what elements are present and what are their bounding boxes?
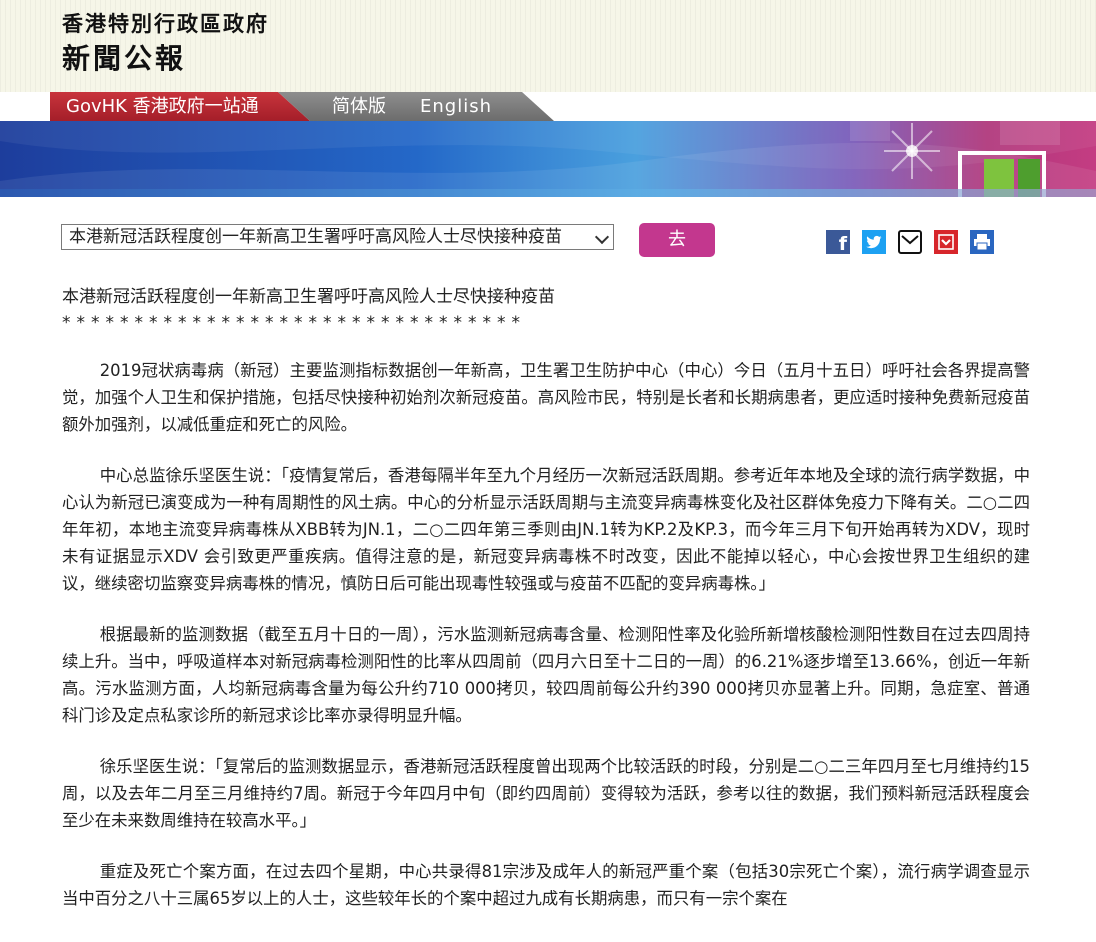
language-tabs: 简体版 English	[278, 92, 554, 121]
article-paragraph: 重症及死亡个案方面，在过去四个星期，中心共录得81宗涉及成年人的新冠严重个案（包…	[62, 862, 1030, 908]
simplified-chinese-link[interactable]: 简体版	[332, 92, 386, 121]
print-icon[interactable]	[970, 230, 994, 254]
article-headline: 本港新冠活跃程度创一年新高卫生署呼吁高风险人士尽快接种疫苗	[62, 287, 555, 307]
article-paragraph: 中心总监徐乐坚医生说：「疫情复常后，香港每隔半年至九个月经历一次新冠活跃周期。参…	[62, 466, 1030, 593]
chevron-down-icon	[594, 229, 610, 245]
govhk-tab[interactable]: GovHK 香港政府一站通	[50, 92, 310, 121]
banner-image	[0, 121, 1096, 197]
separator-stars: ********************************	[62, 313, 526, 333]
press-release-title[interactable]: 新聞公報	[62, 37, 186, 77]
article-content: 本港新冠活跃程度创一年新高卫生署呼吁高风险人士尽快接种疫苗 **********…	[62, 284, 1030, 912]
bookmark-icon[interactable]	[934, 230, 958, 254]
article-select-value: 本港新冠活跃程度创一年新高卫生署呼吁高风险人士尽快接种疫苗	[69, 227, 562, 247]
article-paragraph: 徐乐坚医生说：「复常后的监测数据显示，香港新冠活跃程度曾出现两个比较活跃的时段，…	[62, 757, 1030, 830]
email-icon[interactable]	[898, 230, 922, 254]
site-header: 香港特別行政區政府 新聞公報	[0, 0, 1096, 92]
go-button[interactable]: 去	[639, 223, 715, 257]
twitter-icon[interactable]	[862, 230, 886, 254]
article-select[interactable]: 本港新冠活跃程度创一年新高卫生署呼吁高风险人士尽快接种疫苗	[61, 224, 614, 250]
banner-decoration	[0, 121, 1096, 197]
government-name: 香港特別行政區政府	[62, 12, 269, 36]
facebook-icon[interactable]: f	[826, 230, 850, 255]
nav-bar: GovHK 香港政府一站通 简体版 English	[0, 92, 1096, 121]
article-paragraph: 2019冠状病毒病（新冠）主要监测指标数据创一年新高，卫生署卫生防护中心（中心）…	[62, 361, 1030, 434]
english-link[interactable]: English	[420, 92, 492, 121]
article-paragraph: 根据最新的监测数据（截至五月十日的一周），污水监测新冠病毒含量、检测阳性率及化验…	[62, 625, 1030, 725]
